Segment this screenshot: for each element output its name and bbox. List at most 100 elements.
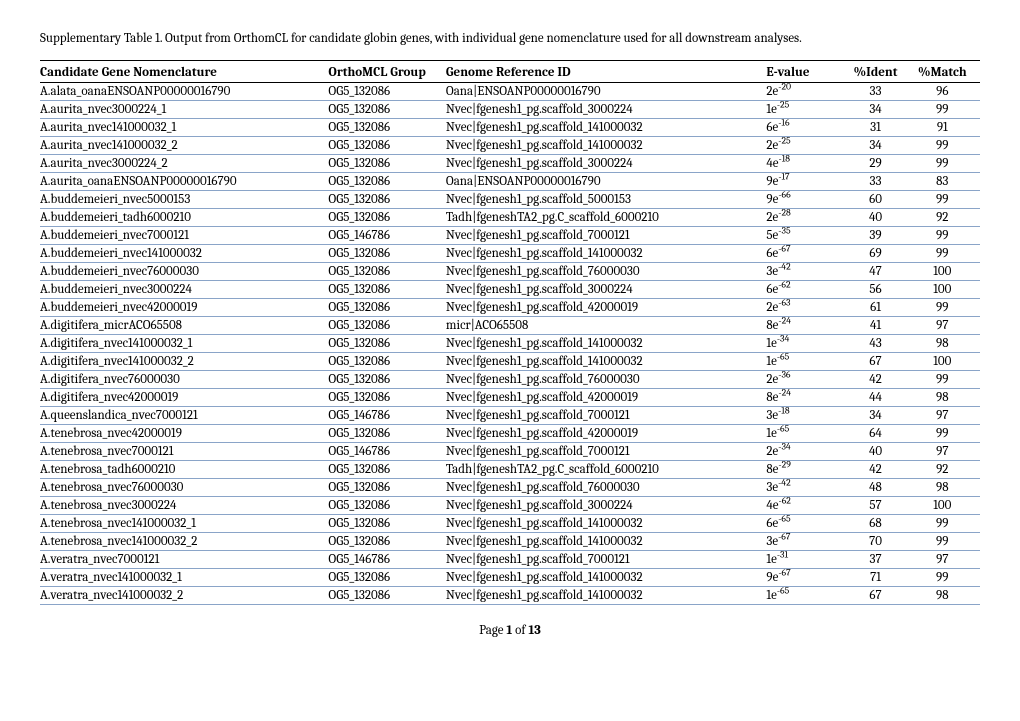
cell: 37 [846,550,910,568]
cell: 57 [846,496,910,514]
cell: 2e-63 [766,298,846,316]
cell: OG5_132086 [328,280,446,298]
cell: A.buddemeieri_nvec141000032 [40,244,328,262]
table-row: A.tenebrosa_nvec141000032_2OG5_132086Nve… [40,532,980,550]
table-row: A.aurita_nvec3000224_2OG5_132086Nvec|fge… [40,154,980,172]
cell: Oana|ENSOANP00000016790 [446,82,766,100]
cell: OG5_132086 [328,478,446,496]
cell: OG5_132086 [328,568,446,586]
cell: 47 [846,262,910,280]
cell: 6e-65 [766,514,846,532]
cell: 99 [911,514,980,532]
cell: A.aurita_nvec141000032_2 [40,136,328,154]
cell: 34 [846,136,910,154]
cell: 34 [846,406,910,424]
cell: OG5_132086 [328,190,446,208]
cell: A.aurita_nvec3000224_2 [40,154,328,172]
cell: OG5_132086 [328,82,446,100]
page-of: of [512,623,528,638]
cell: OG5_132086 [328,388,446,406]
table-row: A.tenebrosa_nvec7000121OG5_146786Nvec|fg… [40,442,980,460]
cell: OG5_132086 [328,154,446,172]
table-caption: Supplementary Table 1. Output from Ortho… [40,30,980,48]
cell: 40 [846,208,910,226]
cell: 9e-17 [766,172,846,190]
cell: Nvec|fgenesh1_pg.scaffold_3000224 [446,154,766,172]
cell: 99 [911,190,980,208]
col-header: E-value [766,60,846,82]
cell: Nvec|fgenesh1_pg.scaffold_76000030 [446,478,766,496]
cell: A.tenebrosa_nvec141000032_2 [40,532,328,550]
cell: Nvec|fgenesh1_pg.scaffold_5000153 [446,190,766,208]
cell: 42 [846,460,910,478]
cell: 92 [911,208,980,226]
cell: 2e-34 [766,442,846,460]
page-total: 13 [528,623,541,638]
cell: 4e-18 [766,154,846,172]
cell: 100 [911,496,980,514]
table-row: A.buddemeieri_nvec76000030OG5_132086Nvec… [40,262,980,280]
table-row: A.digitifera_nvec76000030OG5_132086Nvec|… [40,370,980,388]
cell: Nvec|fgenesh1_pg.scaffold_141000032 [446,586,766,604]
cell: 67 [846,352,910,370]
cell: 97 [911,550,980,568]
cell: A.buddemeieri_nvec3000224 [40,280,328,298]
cell: 1e-31 [766,550,846,568]
cell: Nvec|fgenesh1_pg.scaffold_76000030 [446,262,766,280]
cell: Nvec|fgenesh1_pg.scaffold_42000019 [446,388,766,406]
cell: A.aurita_nvec3000224_1 [40,100,328,118]
cell: Nvec|fgenesh1_pg.scaffold_3000224 [446,496,766,514]
cell: A.digitifera_nvec76000030 [40,370,328,388]
cell: A.digitifera_nvec42000019 [40,388,328,406]
cell: Nvec|fgenesh1_pg.scaffold_7000121 [446,406,766,424]
table-row: A.tenebrosa_nvec42000019OG5_132086Nvec|f… [40,424,980,442]
cell: 1e-65 [766,586,846,604]
cell: 99 [911,226,980,244]
cell: 2e-20 [766,82,846,100]
cell: 97 [911,442,980,460]
table-row: A.buddemeieri_nvec141000032OG5_132086Nve… [40,244,980,262]
cell: OG5_132086 [328,208,446,226]
page-footer: Page 1 of 13 [40,623,980,638]
table-row: A.alata_oanaENSOANP00000016790OG5_132086… [40,82,980,100]
table-row: A.digitifera_micrACO65508OG5_132086micr|… [40,316,980,334]
cell: 40 [846,442,910,460]
cell: OG5_132086 [328,298,446,316]
cell: A.digitifera_nvec141000032_1 [40,334,328,352]
cell: 41 [846,316,910,334]
cell: 98 [911,388,980,406]
cell: Nvec|fgenesh1_pg.scaffold_7000121 [446,550,766,568]
cell: 3e-67 [766,532,846,550]
table-row: A.buddemeieri_tadh6000210OG5_132086Tadh|… [40,208,980,226]
cell: 39 [846,226,910,244]
cell: OG5_132086 [328,118,446,136]
cell: 42 [846,370,910,388]
cell: A.tenebrosa_nvec3000224 [40,496,328,514]
cell: 9e-67 [766,568,846,586]
cell: OG5_132086 [328,352,446,370]
header-row: Candidate Gene Nomenclature OrthoMCL Gro… [40,60,980,82]
cell: A.tenebrosa_nvec7000121 [40,442,328,460]
col-header: %Ident [846,60,910,82]
table-row: A.tenebrosa_nvec3000224OG5_132086Nvec|fg… [40,496,980,514]
cell: OG5_132086 [328,262,446,280]
cell: 34 [846,100,910,118]
cell: 3e-42 [766,478,846,496]
cell: 3e-42 [766,262,846,280]
cell: OG5_132086 [328,586,446,604]
cell: 99 [911,568,980,586]
cell: A.alata_oanaENSOANP00000016790 [40,82,328,100]
cell: A.buddemeieri_tadh6000210 [40,208,328,226]
cell: OG5_132086 [328,244,446,262]
cell: 97 [911,316,980,334]
cell: Nvec|fgenesh1_pg.scaffold_141000032 [446,514,766,532]
cell: 100 [911,352,980,370]
cell: 67 [846,586,910,604]
cell: 3e-18 [766,406,846,424]
table-row: A.aurita_nvec3000224_1OG5_132086Nvec|fge… [40,100,980,118]
cell: OG5_146786 [328,442,446,460]
cell: Nvec|fgenesh1_pg.scaffold_141000032 [446,136,766,154]
cell: A.queenslandica_nvec7000121 [40,406,328,424]
cell: 100 [911,280,980,298]
cell: 1e-34 [766,334,846,352]
